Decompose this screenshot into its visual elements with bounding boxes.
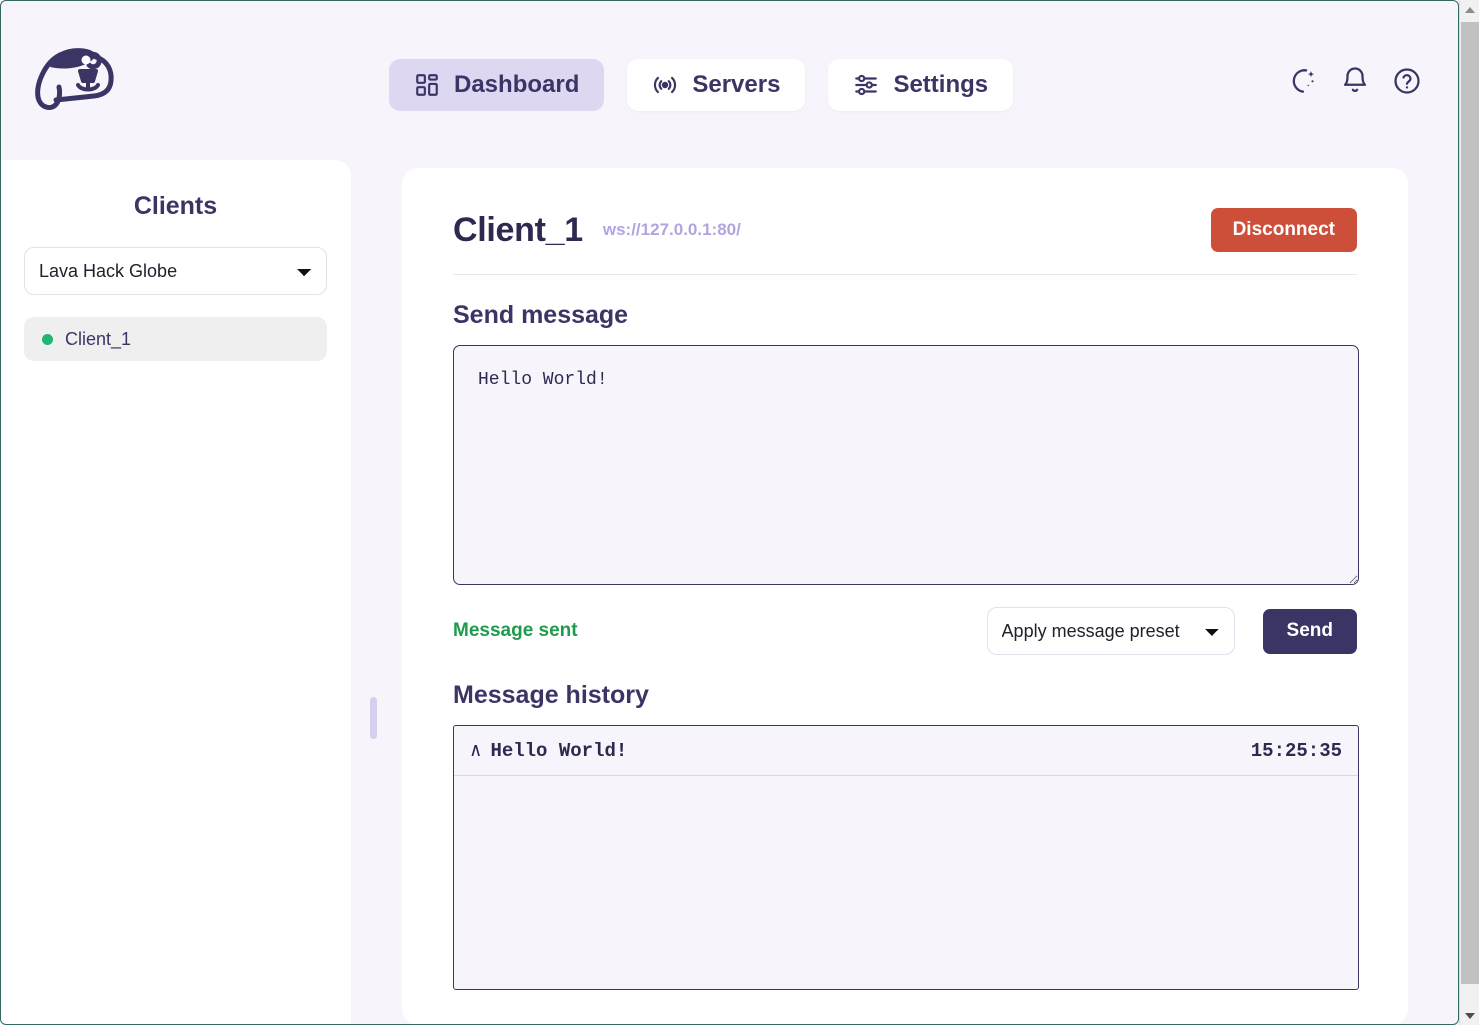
chevron-up-icon: ∧ [470, 739, 482, 762]
message-preset-select[interactable]: Apply message preset [986, 607, 1235, 655]
disconnect-button[interactable]: Disconnect [1210, 208, 1357, 252]
nav-tab-dashboard-label: Dashboard [454, 71, 580, 98]
body-container: Clients Lava Hack Globe Client_1 Client_… [0, 160, 1459, 1025]
main-scroll-area: Client_1 ws://127.0.0.1:80/ Disconnect S… [351, 160, 1459, 1025]
dark-mode-toggle[interactable] [1287, 66, 1319, 98]
browser-scrollbar[interactable] [1459, 0, 1479, 1025]
nav-tab-dashboard[interactable]: Dashboard [389, 59, 605, 111]
scrollbar-up-arrow[interactable] [1460, 0, 1479, 19]
question-circle-icon [1392, 66, 1422, 99]
client-list: Client_1 [24, 317, 327, 361]
message-history-row[interactable]: ∧ Hello World! 15:25:35 [454, 726, 1358, 776]
clients-sidebar: Clients Lava Hack Globe Client_1 [0, 160, 351, 1025]
nav-tab-servers-label: Servers [692, 71, 781, 98]
triangle-up-icon [1465, 6, 1475, 13]
app-header: Dashboard Servers Settings [0, 0, 1479, 160]
status-dot-icon [42, 333, 53, 345]
send-button[interactable]: Send [1262, 608, 1357, 654]
main-nav: Dashboard Servers Settings [389, 59, 1014, 111]
client-list-item-label: Client_1 [65, 328, 132, 349]
message-input[interactable] [453, 345, 1359, 585]
broadcast-signal-icon [652, 72, 678, 98]
capybara-logo [28, 34, 120, 126]
status-message: Message sent [453, 620, 578, 641]
moon-sparkle-icon [1288, 66, 1318, 99]
send-controls-row: Message sent Apply message preset Send [453, 607, 1357, 655]
bell-icon [1340, 66, 1370, 99]
scrollbar-thumb[interactable] [1461, 22, 1479, 984]
page-title: Client_1 [453, 210, 583, 249]
app-root: Dashboard Servers Settings Clients Lava … [0, 0, 1479, 1025]
websocket-url: ws://127.0.0.1:80/ [602, 220, 741, 239]
message-history-list: ∧ Hello World! 15:25:35 [453, 725, 1359, 990]
sidebar-title: Clients [133, 192, 218, 220]
send-message-heading: Send message [453, 301, 629, 329]
nav-tab-settings[interactable]: Settings [828, 59, 1014, 111]
panel-header: Client_1 ws://127.0.0.1:80/ Disconnect [453, 200, 1357, 275]
message-history-text: Hello World! [490, 740, 628, 762]
notifications-button[interactable] [1339, 66, 1371, 98]
triangle-down-icon [1465, 1012, 1475, 1019]
server-select[interactable]: Lava Hack Globe [24, 247, 327, 295]
message-history-heading: Message history [453, 681, 649, 709]
nav-tab-settings-label: Settings [893, 71, 989, 98]
message-history-time: 15:25:35 [1250, 740, 1342, 762]
nav-tab-servers[interactable]: Servers [627, 59, 806, 111]
sliders-icon [853, 72, 879, 98]
layout-dashboard-icon [414, 72, 440, 98]
inner-scrollbar-thumb[interactable] [370, 697, 377, 739]
client-detail-panel: Client_1 ws://127.0.0.1:80/ Disconnect S… [402, 168, 1408, 1025]
client-list-item[interactable]: Client_1 [24, 317, 327, 361]
header-actions [1287, 66, 1423, 98]
scrollbar-down-arrow[interactable] [1460, 1006, 1479, 1025]
help-button[interactable] [1391, 66, 1423, 98]
